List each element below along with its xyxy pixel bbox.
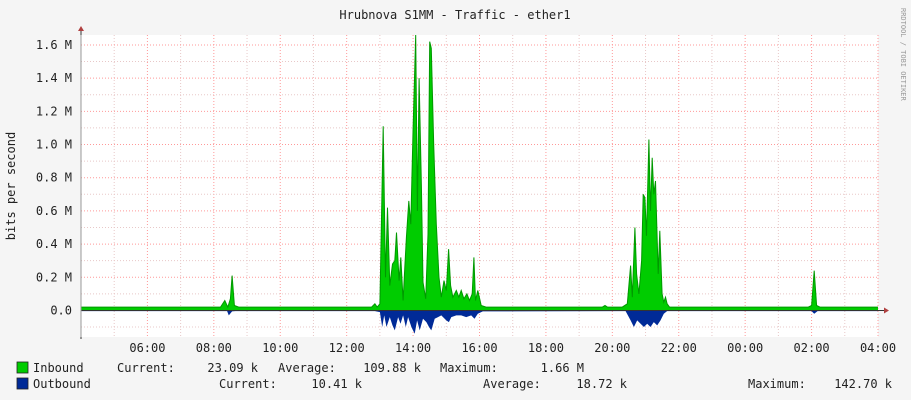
x-tick-label: 10:00 — [262, 341, 298, 355]
legend-outbound-current-value: 10.41 k — [311, 377, 362, 391]
legend-inbound-swatch — [16, 361, 29, 374]
y-tick-label: 1.2 M — [36, 104, 72, 118]
legend-outbound-label: Outbound — [33, 377, 91, 391]
chart-title: Hrubnova S1MM - Traffic - ether1 — [339, 8, 570, 22]
y-axis-label: bits per second — [4, 132, 18, 240]
legend-inbound-average-value: 109.88 k — [363, 361, 422, 375]
x-tick-label: 20:00 — [594, 341, 630, 355]
x-tick-label: 12:00 — [329, 341, 365, 355]
x-tick-label: 22:00 — [661, 341, 697, 355]
x-tick-label: 02:00 — [794, 341, 830, 355]
traffic-chart: Hrubnova S1MM - Traffic - ether1 RRDTOOL… — [0, 0, 911, 400]
legend-outbound-average-value: 18.72 k — [576, 377, 627, 391]
legend-inbound-maximum-label: Maximum: — [440, 361, 498, 375]
x-tick-label: 14:00 — [395, 341, 431, 355]
legend-inbound-current-value: 23.09 k — [207, 361, 258, 375]
y-tick-labels: 1.6 M 1.4 M 1.2 M 1.0 M 0.8 M 0.6 M 0.4 M 0.2 M… — [36, 38, 72, 317]
legend-outbound-swatch — [16, 377, 29, 390]
legend-inbound-current-label: Current: — [117, 361, 175, 375]
y-tick-label: 1.4 M — [36, 71, 72, 85]
y-tick-label: 0.0 — [50, 303, 72, 317]
x-tick-label: 08:00 — [196, 341, 232, 355]
x-tick-label: 00:00 — [727, 341, 763, 355]
y-tick-label: 0.8 M — [36, 171, 72, 185]
y-tick-label: 0.4 M — [36, 237, 72, 251]
y-tick-label: 0.6 M — [36, 204, 72, 218]
x-tick-label: 06:00 — [129, 341, 165, 355]
legend-inbound-label: Inbound — [33, 361, 84, 375]
x-tick-label: 04:00 — [860, 341, 896, 355]
y-tick-label: 1.6 M — [36, 38, 72, 52]
legend-inbound-maximum-value: 1.66 M — [541, 361, 584, 375]
x-tick-label: 18:00 — [528, 341, 564, 355]
legend-outbound-current-label: Current: — [219, 377, 277, 391]
legend-outbound-maximum-label: Maximum: — [748, 377, 806, 391]
rrdtool-watermark: RRDTOOL / TOBI OETIKER — [899, 8, 907, 102]
x-tick-label: 16:00 — [461, 341, 497, 355]
legend-inbound-average-label: Average: — [278, 361, 336, 375]
legend-outbound-average-label: Average: — [483, 377, 541, 391]
legend-outbound-maximum-value: 142.70 k — [834, 377, 893, 391]
y-tick-label: 0.2 M — [36, 270, 72, 284]
y-tick-label: 1.0 M — [36, 138, 72, 152]
